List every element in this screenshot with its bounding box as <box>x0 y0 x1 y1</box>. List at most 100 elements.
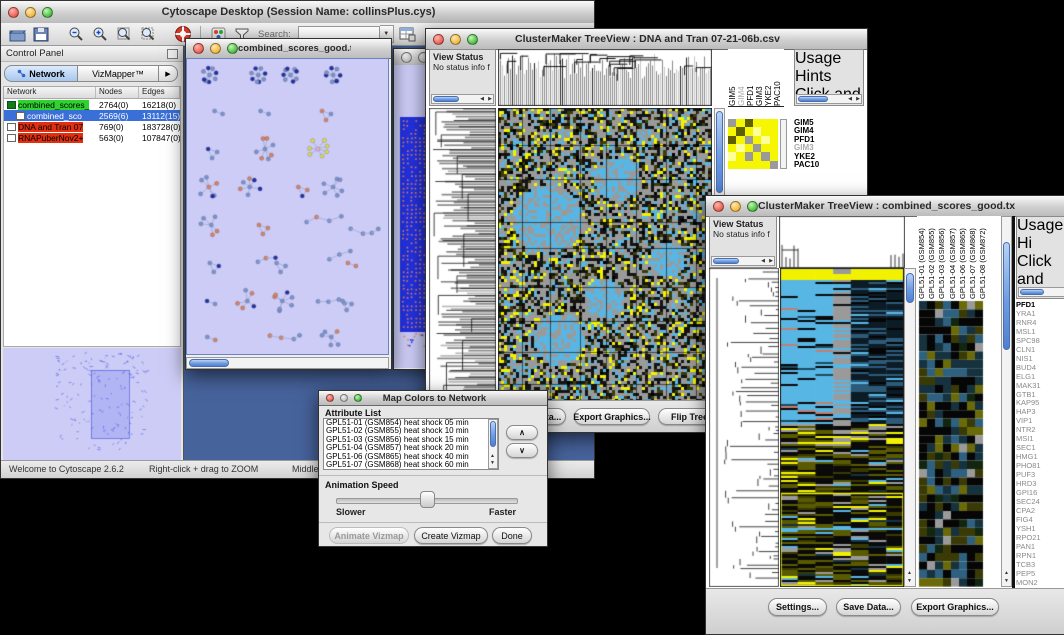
scroll-up-icon[interactable]: ▲ <box>907 570 912 577</box>
matrix-cell[interactable] <box>736 136 744 144</box>
scrollbar-thumb[interactable] <box>798 96 828 102</box>
matrix-cell[interactable] <box>728 161 736 169</box>
zoom-icon[interactable] <box>467 34 478 45</box>
column-label[interactable]: GPL51-07 (GSM868) <box>968 216 978 299</box>
save-data-button[interactable]: Save Data... <box>836 598 901 616</box>
scrollbar-thumb[interactable] <box>1020 289 1044 295</box>
tab-vizmapper[interactable]: VizMapper™ <box>78 65 159 82</box>
close-icon[interactable] <box>401 52 412 63</box>
cluster-matrix[interactable] <box>728 119 778 169</box>
matrix-cell[interactable] <box>761 119 769 127</box>
column-label[interactable]: GPL51-03 (GSM856) <box>937 216 947 299</box>
column-label[interactable]: GPL51-01 (GSM854) <box>917 216 927 299</box>
slider-thumb[interactable] <box>420 491 435 508</box>
matrix-cell[interactable] <box>761 152 769 160</box>
matrix-cell[interactable] <box>745 144 753 152</box>
minimize-icon[interactable] <box>340 394 348 402</box>
matrix-cell[interactable] <box>753 136 761 144</box>
scroll-right-icon[interactable]: ▶ <box>769 258 773 265</box>
matrix-cell[interactable] <box>745 152 753 160</box>
matrix-cell[interactable] <box>761 136 769 144</box>
create-vizmap-button[interactable]: Create Vizmap <box>414 527 488 544</box>
matrix-cell[interactable] <box>761 161 769 169</box>
scrollbar-thumb[interactable] <box>906 273 914 303</box>
minimize-icon[interactable] <box>450 34 461 45</box>
matrix-cell[interactable] <box>753 144 761 152</box>
scroll-right-icon[interactable]: ▶ <box>856 96 860 103</box>
scrollbar-thumb[interactable] <box>490 421 496 447</box>
row-dendrogram-canvas[interactable] <box>429 108 496 401</box>
scroll-down-icon[interactable]: ▼ <box>1004 578 1009 585</box>
zoom-icon[interactable] <box>227 43 238 54</box>
column-label[interactable]: GIM4 <box>737 49 746 106</box>
column-label[interactable]: PAC10 <box>773 49 782 106</box>
dialog-titlebar[interactable]: Map Colors to Network <box>319 391 547 406</box>
table-row[interactable]: combined_scores_ 2764(0) 16218(0) <box>4 99 180 110</box>
matrix-cell[interactable] <box>770 144 778 152</box>
export-graphics-button[interactable]: Export Graphics... <box>574 408 650 425</box>
matrix-cell[interactable] <box>728 127 736 135</box>
network-window-1-titlebar[interactable]: combined_scores_good.txt--cluste... <box>186 39 391 59</box>
zoom-heatmap-canvas[interactable] <box>917 299 1001 587</box>
matrix-cell[interactable] <box>761 127 769 135</box>
move-down-button[interactable]: ∨ <box>506 443 538 458</box>
matrix-cell[interactable] <box>745 127 753 135</box>
table-row[interactable]: combined_sco 2569(6) 13112(15) <box>4 110 180 121</box>
usage-hscrollbar[interactable]: ◀ ▶ <box>796 94 862 104</box>
matrix-cell[interactable] <box>728 136 736 144</box>
matrix-cell[interactable] <box>728 119 736 127</box>
zoom-icon[interactable] <box>354 394 362 402</box>
column-label[interactable]: GIM3 <box>755 49 764 106</box>
right-vscrollbar[interactable]: ▲ ▼ <box>1001 216 1012 587</box>
matrix-cell[interactable] <box>761 144 769 152</box>
matrix-cell[interactable] <box>745 161 753 169</box>
tab-network[interactable]: Network <box>4 65 78 82</box>
status-hscrollbar[interactable]: ◀ ▶ <box>431 94 494 104</box>
matrix-cell[interactable] <box>736 119 744 127</box>
status-hscrollbar[interactable]: ◀ ▶ <box>711 256 775 266</box>
scrollbar-thumb[interactable] <box>1003 242 1010 350</box>
close-icon[interactable] <box>193 43 204 54</box>
scrollbar-thumb[interactable] <box>189 359 229 367</box>
column-header-network[interactable]: Network <box>4 87 96 98</box>
close-icon[interactable] <box>433 34 444 45</box>
gene-label[interactable]: MON2 <box>1016 579 1064 587</box>
treeview1-titlebar[interactable]: ClusterMaker TreeView : DNA and Tran 07-… <box>426 29 867 50</box>
column-dendrogram-canvas[interactable] <box>779 216 905 268</box>
scrollbar-thumb[interactable] <box>716 111 723 193</box>
matrix-cell[interactable] <box>770 136 778 144</box>
heatmap-canvas[interactable] <box>780 268 904 587</box>
minimize-icon[interactable] <box>210 43 221 54</box>
matrix-cell[interactable] <box>745 136 753 144</box>
matrix-cell[interactable] <box>770 152 778 160</box>
table-row[interactable]: DNA and Tran 07 769(0) 183728(0) <box>4 121 180 132</box>
done-button[interactable]: Done <box>492 527 532 544</box>
column-label[interactable]: GPL51-08 (GSM872) <box>978 216 988 299</box>
usage-hscrollbar[interactable] <box>1018 287 1064 297</box>
network-overview-thumbnail[interactable] <box>3 348 181 460</box>
zoom-in-icon[interactable] <box>90 25 110 44</box>
matrix-cell[interactable] <box>770 161 778 169</box>
column-header-edges[interactable]: Edges <box>139 87 180 98</box>
open-file-icon[interactable] <box>7 25 27 44</box>
close-icon[interactable] <box>8 7 19 18</box>
scrollbar-thumb[interactable] <box>713 258 739 264</box>
matrix-cell[interactable] <box>736 161 744 169</box>
column-label[interactable]: GPL51-04 (GSM857) <box>948 216 958 299</box>
column-label[interactable]: YKE2 <box>764 49 773 106</box>
scroll-right-icon[interactable]: ▶ <box>488 96 492 103</box>
matrix-cell[interactable] <box>728 152 736 160</box>
save-icon[interactable] <box>31 25 51 44</box>
column-label[interactable]: PFD1 <box>746 49 755 106</box>
matrix-cell[interactable] <box>753 152 761 160</box>
network-hscrollbar[interactable] <box>186 357 389 369</box>
zoom-out-icon[interactable] <box>66 25 86 44</box>
column-label[interactable]: GIM5 <box>728 49 737 106</box>
matrix-cell[interactable] <box>753 161 761 169</box>
heatmap-vscrollbar[interactable]: ▲ ▼ <box>904 268 916 587</box>
minimize-icon[interactable] <box>25 7 36 18</box>
panel-divider[interactable] <box>1012 216 1015 589</box>
list-vscrollbar[interactable]: ▲ ▼ <box>488 419 498 469</box>
matrix-cell[interactable] <box>736 127 744 135</box>
attribute-browser-icon[interactable] <box>398 25 418 44</box>
